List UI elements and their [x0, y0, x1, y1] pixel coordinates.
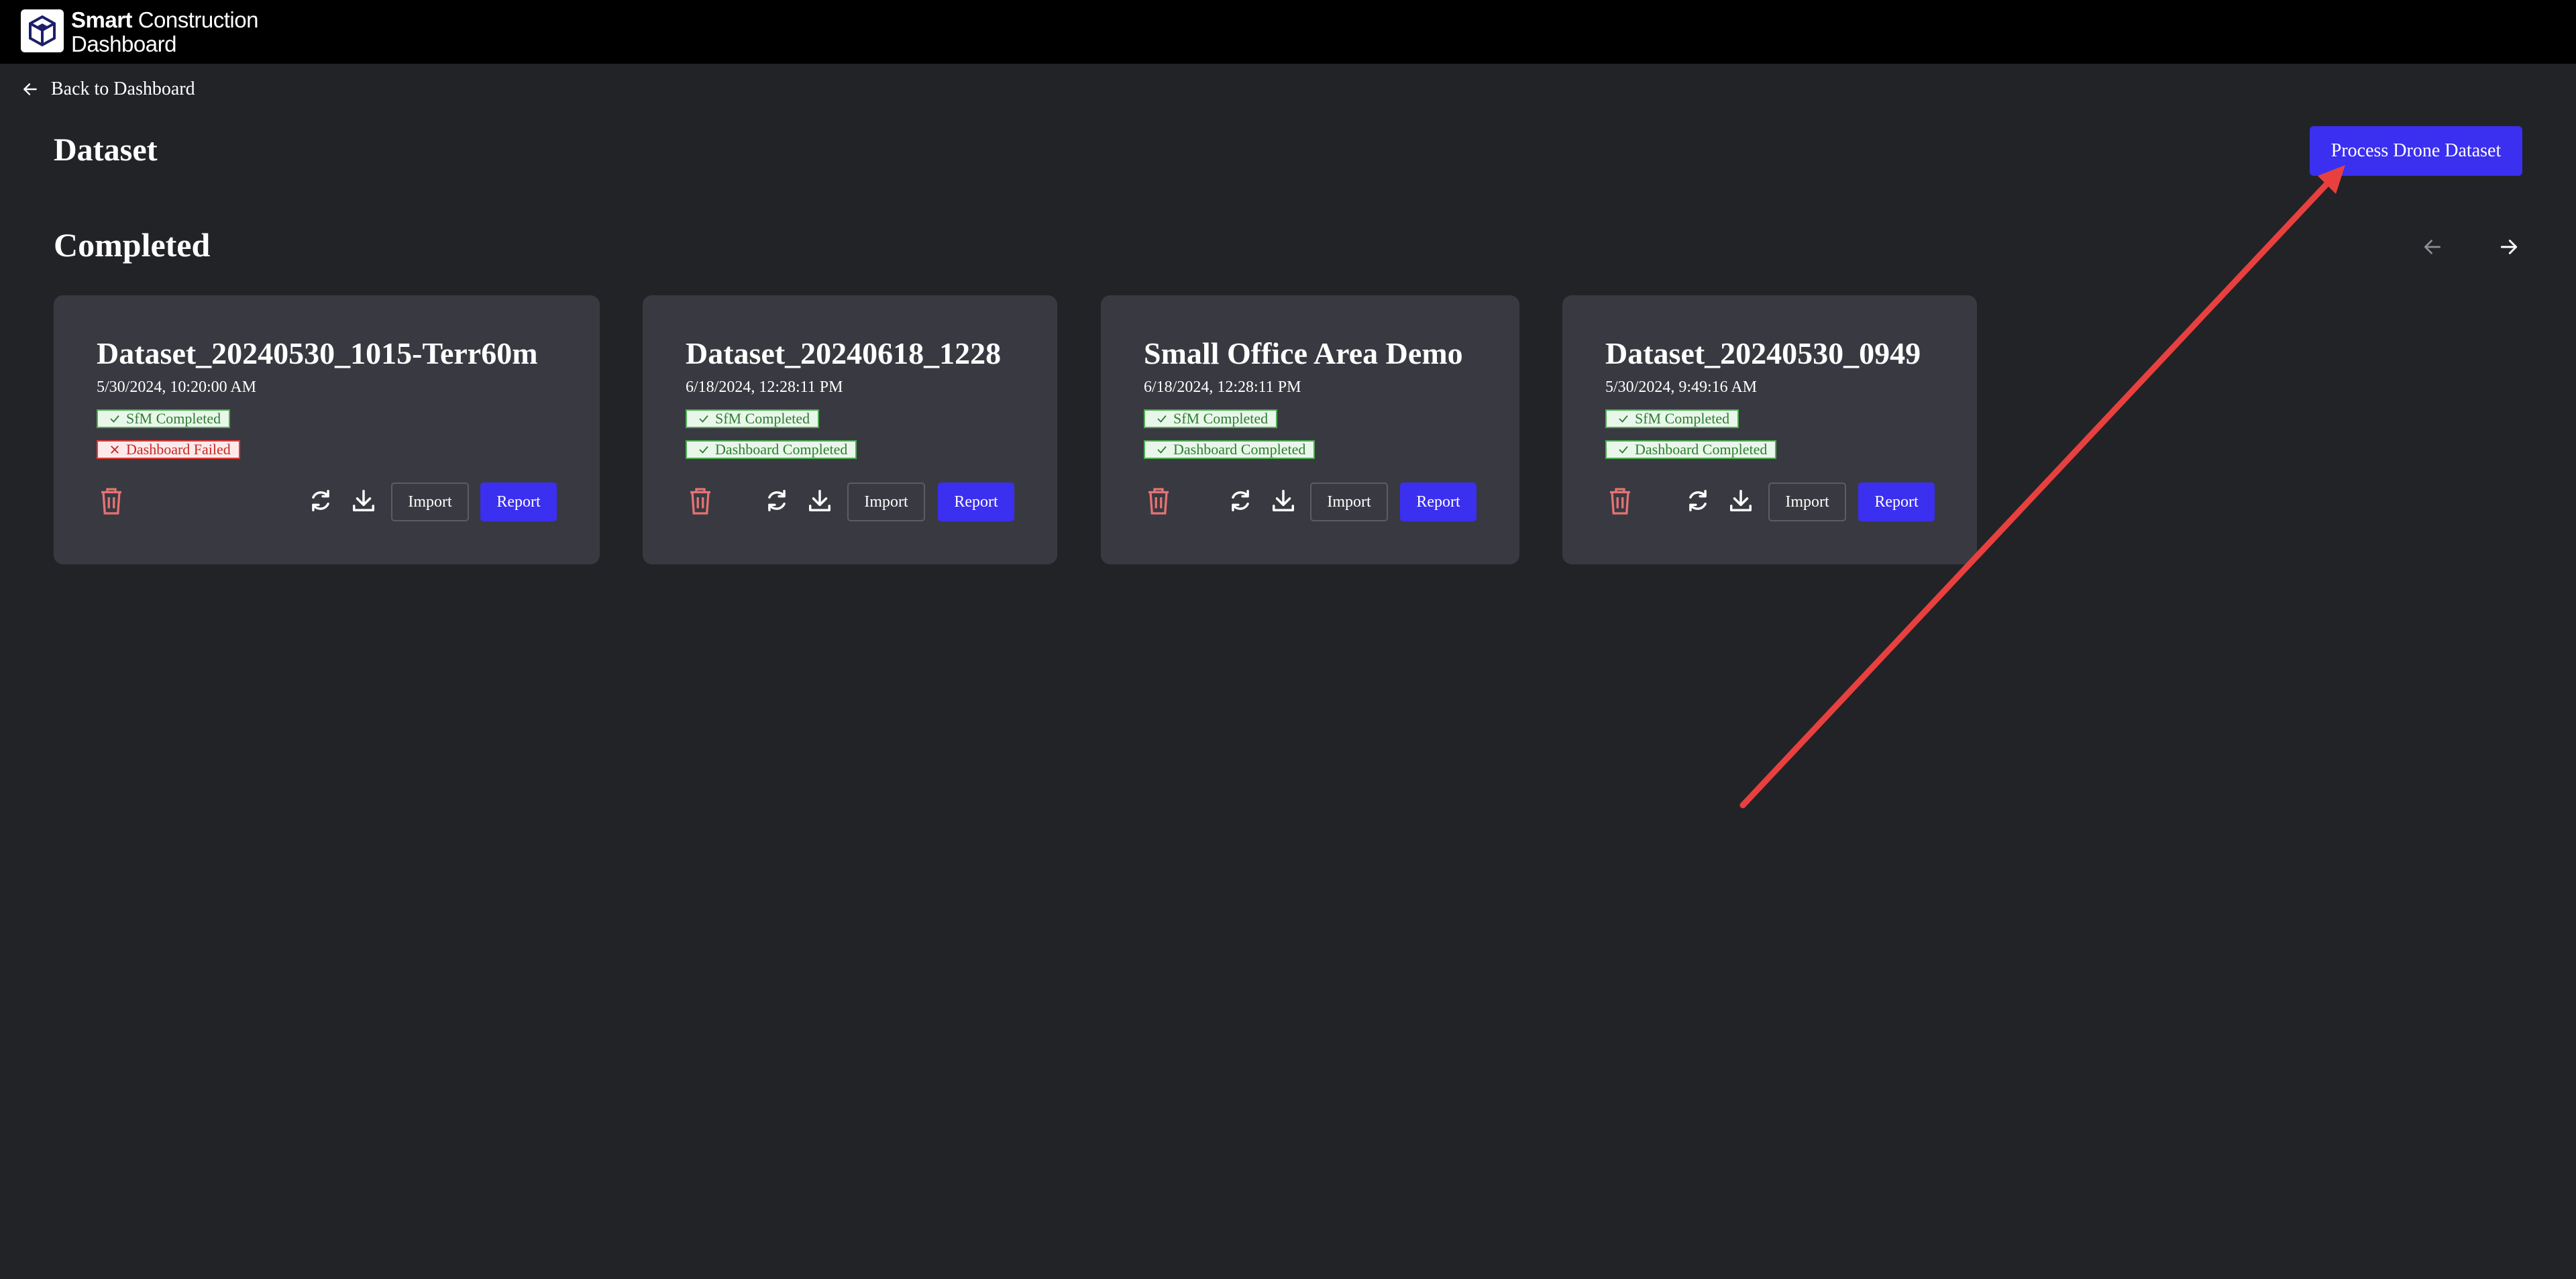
refresh-button[interactable] [762, 486, 792, 515]
sfm-status-badge: SfM Completed [686, 409, 820, 428]
sfm-status-badge: SfM Completed [97, 409, 231, 428]
cube-logo-icon[interactable] [21, 9, 64, 52]
brand-line2: Dashboard [71, 32, 176, 56]
trash-icon [1610, 488, 1630, 515]
badge-label: Dashboard Failed [126, 441, 231, 458]
download-icon [809, 490, 830, 511]
arrow-left-icon [2424, 240, 2440, 254]
top-bar: Smart Construction Dashboard [0, 0, 2576, 64]
process-drone-dataset-button[interactable]: Process Drone Dataset [2310, 126, 2522, 176]
import-button[interactable]: Import [391, 482, 469, 521]
download-icon [1730, 490, 1752, 511]
trash-icon [690, 488, 710, 515]
dataset-name: Dataset_20240618_1228 [686, 336, 1002, 370]
report-button[interactable]: Report [480, 482, 557, 521]
report-button[interactable]: Report [1400, 482, 1477, 521]
check-icon [110, 415, 119, 423]
section-title: Completed [54, 226, 211, 264]
delete-button[interactable] [1145, 486, 1172, 517]
check-icon [699, 415, 708, 423]
arrow-right-icon [2500, 240, 2518, 254]
check-icon [1619, 446, 1628, 454]
badge-label: SfM Completed [1635, 410, 1730, 427]
dataset-date: 5/30/2024, 10:20:00 AM [97, 378, 257, 396]
dataset-name: Dataset_20240530_1015-Terr60m [97, 336, 538, 370]
back-label: Back to Dashboard [51, 79, 195, 99]
trash-icon [1148, 488, 1169, 515]
refresh-icon [1689, 490, 1707, 511]
dashboard-status-badge: Dashboard Completed [1605, 440, 1777, 459]
dataset-date: 5/30/2024, 9:49:16 AM [1605, 378, 1758, 396]
refresh-button[interactable] [306, 486, 335, 515]
badge-label: Dashboard Completed [1635, 441, 1768, 458]
dataset-date: 6/18/2024, 12:28:11 PM [686, 378, 843, 396]
import-button[interactable]: Import [847, 482, 925, 521]
brand-name: Smart Construction Dashboard [71, 8, 258, 56]
refresh-icon [312, 490, 329, 511]
dashboard-status-badge: Dashboard Completed [686, 440, 857, 459]
refresh-button[interactable] [1226, 486, 1255, 515]
download-button[interactable] [1726, 486, 1756, 515]
dashboard-status-badge: Dashboard Completed [1144, 440, 1316, 459]
dashboard-status-badge: Dashboard Failed [97, 440, 240, 459]
check-icon [1157, 415, 1167, 423]
dataset-card: Dataset_20240618_1228 6/18/2024, 12:28:1… [643, 295, 1057, 564]
import-button[interactable]: Import [1310, 482, 1388, 521]
brand-rest: Construction [138, 7, 259, 32]
arrow-left-icon [23, 83, 37, 95]
delete-button[interactable] [687, 486, 714, 517]
trash-icon [101, 488, 121, 515]
sfm-status-badge: SfM Completed [1605, 409, 1739, 428]
dataset-card: Dataset_20240530_1015-Terr60m 5/30/2024,… [54, 295, 600, 564]
prev-page-button[interactable] [2418, 232, 2447, 262]
dataset-date: 6/18/2024, 12:28:11 PM [1144, 378, 1301, 396]
dataset-name: Dataset_20240530_0949 [1605, 336, 1921, 370]
download-button[interactable] [349, 486, 378, 515]
badge-label: SfM Completed [715, 410, 810, 427]
badge-label: Dashboard Completed [715, 441, 848, 458]
download-icon [1273, 490, 1294, 511]
dataset-card: Dataset_20240530_0949 5/30/2024, 9:49:16… [1562, 295, 1977, 564]
next-page-button[interactable] [2494, 232, 2524, 262]
download-button[interactable] [805, 486, 835, 515]
download-icon [353, 490, 374, 511]
brand-bold: Smart [71, 7, 133, 32]
refresh-button[interactable] [1683, 486, 1713, 515]
sfm-status-badge: SfM Completed [1144, 409, 1278, 428]
delete-button[interactable] [1607, 486, 1633, 517]
badge-label: Dashboard Completed [1173, 441, 1306, 458]
delete-button[interactable] [98, 486, 125, 517]
check-icon [1619, 415, 1628, 423]
page-title: Dataset [54, 132, 158, 168]
annotation-arrow [1739, 165, 2345, 809]
dataset-card: Small Office Area Demo 6/18/2024, 12:28:… [1101, 295, 1519, 564]
check-icon [1157, 446, 1167, 454]
badge-label: SfM Completed [126, 410, 221, 427]
report-button[interactable]: Report [938, 482, 1014, 521]
back-to-dashboard-link[interactable]: Back to Dashboard [21, 76, 195, 103]
check-icon [699, 446, 708, 454]
badge-label: SfM Completed [1173, 410, 1269, 427]
import-button[interactable]: Import [1768, 482, 1846, 521]
report-button[interactable]: Report [1858, 482, 1935, 521]
refresh-icon [768, 490, 786, 511]
download-button[interactable] [1269, 486, 1298, 515]
dataset-name: Small Office Area Demo [1144, 336, 1463, 370]
refresh-icon [1232, 490, 1249, 511]
x-icon [111, 446, 119, 454]
